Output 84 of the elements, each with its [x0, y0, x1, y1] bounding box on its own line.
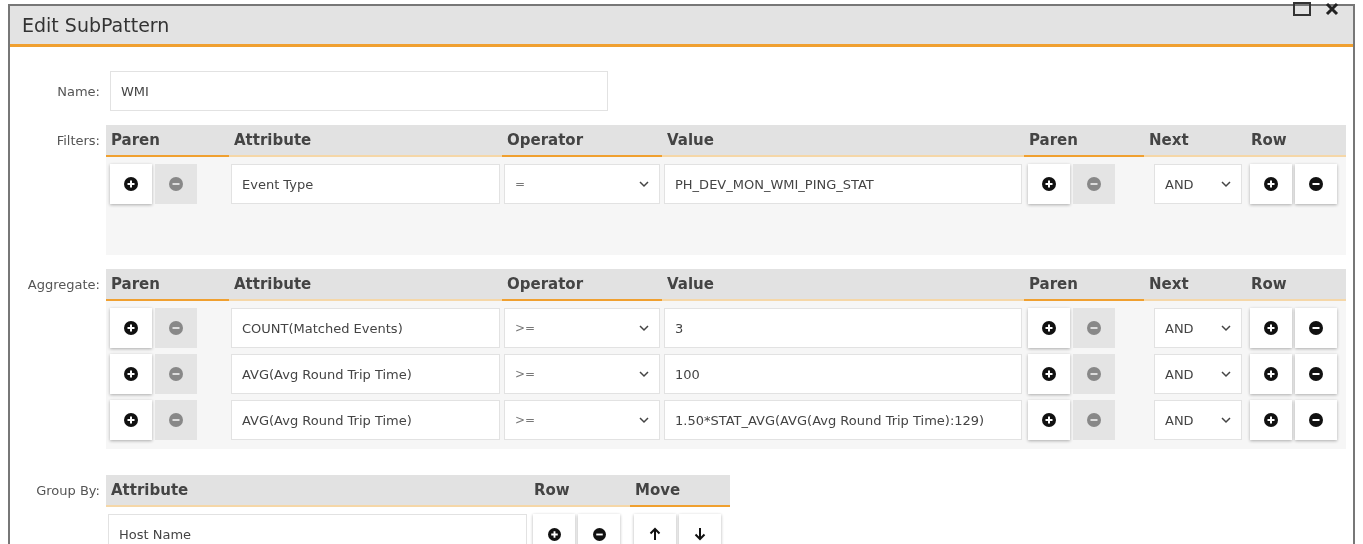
remove-row-button[interactable]	[1295, 308, 1337, 348]
plus-circle-icon	[124, 367, 138, 381]
chevron-down-icon	[639, 180, 649, 188]
chevron-down-icon	[639, 416, 649, 424]
field-label: Name:	[56, 83, 101, 99]
attribute-field[interactable]: AVG(Avg Round Trip Time)	[231, 400, 500, 440]
move-up-button[interactable]	[634, 514, 676, 544]
minus-circle-icon	[1309, 367, 1323, 381]
arrow-down-icon	[694, 527, 706, 541]
plus-circle-icon	[1042, 321, 1056, 335]
minus-circle-icon	[1087, 321, 1101, 335]
name-field[interactable]: WMI	[110, 71, 608, 111]
chevron-down-icon	[1221, 370, 1231, 378]
operator-select[interactable]: >=	[504, 354, 660, 394]
minus-circle-icon	[169, 413, 183, 427]
attribute-field[interactable]: Event Type	[231, 164, 500, 204]
minus-circle-icon	[1087, 367, 1101, 381]
remove-row-button[interactable]	[1295, 354, 1337, 394]
plus-circle-icon	[547, 527, 561, 541]
move-down-button[interactable]	[679, 514, 721, 544]
minus-circle-icon	[1309, 177, 1323, 191]
add-row-button[interactable]	[1250, 164, 1292, 204]
add-paren-button[interactable]	[1028, 400, 1070, 440]
plus-circle-icon	[1264, 413, 1278, 427]
section-label: Filters:	[55, 132, 101, 148]
remove-row-button[interactable]	[578, 514, 620, 544]
value-field[interactable]: 1.50*STAT_AVG(AVG(Avg Round Trip Time):129)	[664, 400, 1022, 440]
minus-circle-icon	[169, 177, 183, 191]
add-paren-button[interactable]	[110, 354, 152, 394]
chevron-down-icon	[1221, 180, 1231, 188]
add-row-button[interactable]	[1250, 354, 1292, 394]
plus-circle-icon	[1264, 321, 1278, 335]
remove-row-button[interactable]	[1295, 400, 1337, 440]
add-paren-button[interactable]	[110, 164, 152, 204]
operator-select[interactable]: >=	[504, 308, 660, 348]
plus-circle-icon	[1042, 177, 1056, 191]
chevron-down-icon	[639, 370, 649, 378]
column-header: Move	[630, 475, 730, 507]
value-field[interactable]: 3	[664, 308, 1022, 348]
plus-circle-icon	[1042, 413, 1056, 427]
add-paren-button[interactable]	[110, 308, 152, 348]
add-row-button[interactable]	[1250, 400, 1292, 440]
section-label: Aggregate:	[26, 276, 101, 292]
minus-circle-icon	[1087, 177, 1101, 191]
next-select[interactable]: AND	[1154, 164, 1242, 204]
remove-row-button[interactable]	[1295, 164, 1337, 204]
value-field[interactable]: 100	[664, 354, 1022, 394]
minus-circle-icon	[169, 321, 183, 335]
column-header: Row	[529, 475, 630, 507]
add-paren-button[interactable]	[1028, 164, 1070, 204]
attribute-field[interactable]: Host Name	[108, 514, 527, 544]
chevron-down-icon	[639, 324, 649, 332]
section-label: Group By:	[35, 482, 101, 498]
plus-circle-icon	[1264, 177, 1278, 191]
plus-circle-icon	[124, 177, 138, 191]
plus-circle-icon	[124, 413, 138, 427]
chevron-down-icon	[1221, 416, 1231, 424]
minus-circle-icon	[169, 367, 183, 381]
column-header: Attribute	[106, 475, 529, 507]
add-row-button[interactable]	[1250, 308, 1292, 348]
add-paren-button[interactable]	[1028, 354, 1070, 394]
value-field[interactable]: PH_DEV_MON_WMI_PING_STAT	[664, 164, 1022, 204]
minus-circle-icon	[1309, 413, 1323, 427]
operator-select[interactable]: =	[504, 164, 660, 204]
plus-circle-icon	[1042, 367, 1056, 381]
add-paren-button[interactable]	[110, 400, 152, 440]
minus-circle-icon	[1309, 321, 1323, 335]
operator-select[interactable]: >=	[504, 400, 660, 440]
maximize-icon[interactable]	[1293, 2, 1311, 16]
next-select[interactable]: AND	[1154, 354, 1242, 394]
add-paren-button[interactable]	[1028, 308, 1070, 348]
add-row-button[interactable]	[533, 514, 575, 544]
minus-circle-icon	[1087, 413, 1101, 427]
attribute-field[interactable]: AVG(Avg Round Trip Time)	[231, 354, 500, 394]
plus-circle-icon	[1264, 367, 1278, 381]
attribute-field[interactable]: COUNT(Matched Events)	[231, 308, 500, 348]
plus-circle-icon	[124, 321, 138, 335]
next-select[interactable]: AND	[1154, 400, 1242, 440]
arrow-up-icon	[649, 527, 661, 541]
window-title: Edit SubPattern	[22, 14, 170, 36]
close-icon[interactable]	[1325, 2, 1339, 16]
next-select[interactable]: AND	[1154, 308, 1242, 348]
chevron-down-icon	[1221, 324, 1231, 332]
minus-circle-icon	[592, 527, 606, 541]
